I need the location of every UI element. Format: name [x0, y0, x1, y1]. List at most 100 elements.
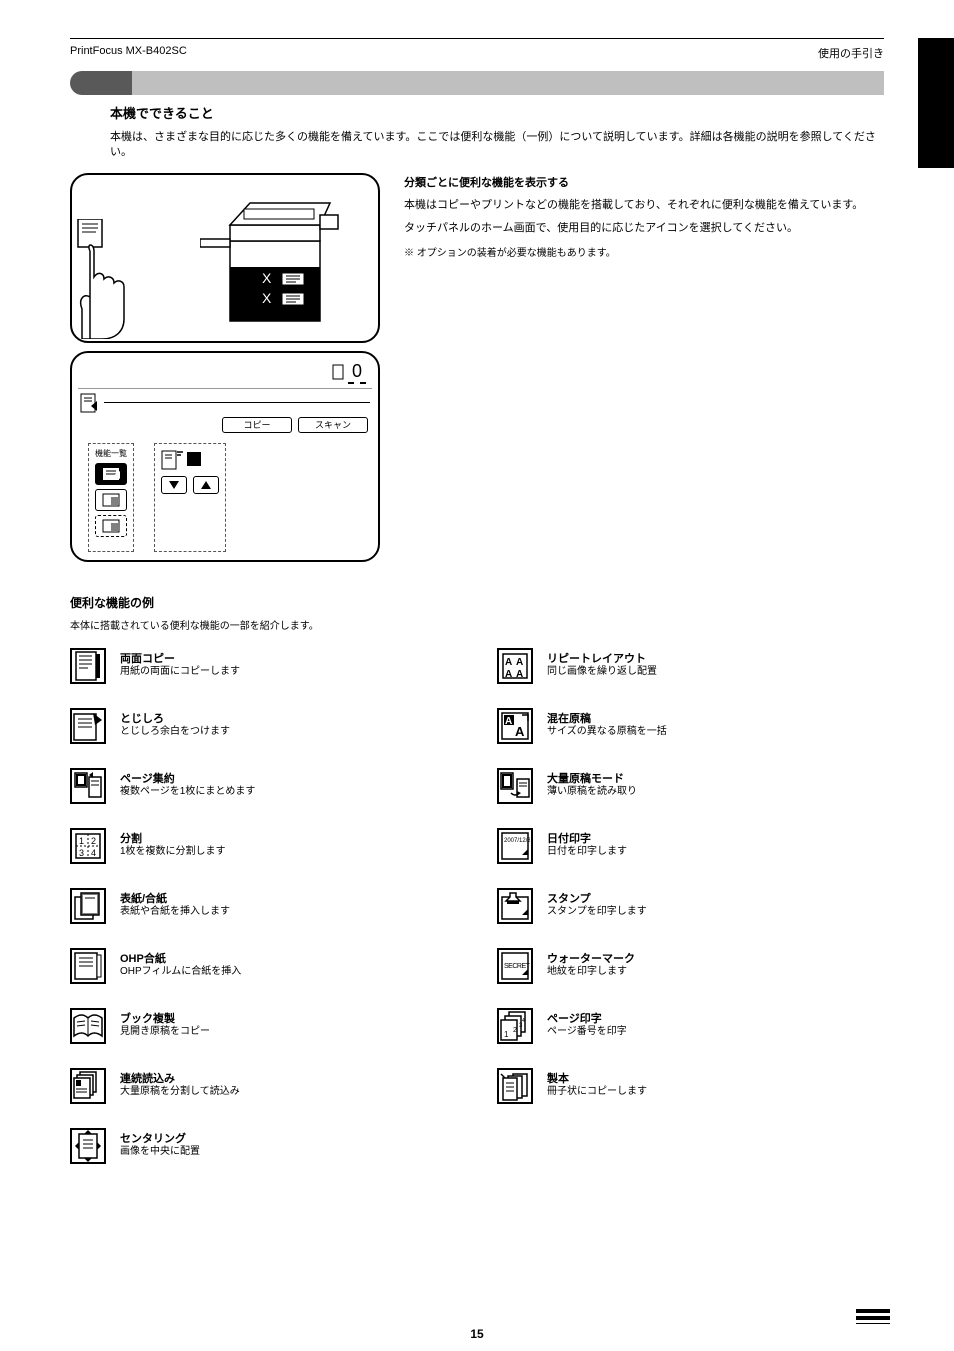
feat-split: 1234 分割1枚を複数に分割します	[70, 828, 457, 864]
feat-label: 分割	[120, 833, 226, 846]
mixed-icon: AA	[497, 708, 533, 744]
svg-text:4: 4	[91, 848, 96, 858]
svg-text:A: A	[516, 669, 523, 680]
nup-icon	[70, 768, 106, 804]
duplex-icon	[70, 648, 106, 684]
svg-text:X: X	[262, 270, 272, 286]
up-arrow-button[interactable]	[193, 476, 219, 494]
feat-label: 表紙/合紙	[120, 893, 230, 906]
touchscreen-panel: 0 コピー スキャン	[70, 351, 380, 562]
dark-chip-icon	[187, 452, 201, 466]
feat-sub: 薄い原稿を読み取り	[547, 786, 637, 798]
feat-book: ブック複製見開き原稿をコピー	[70, 1008, 457, 1044]
func-hint: 機能一覧	[95, 448, 127, 459]
svg-text:1: 1	[504, 1030, 509, 1039]
centering-icon	[70, 1128, 106, 1164]
feat-watermark: SECRET ウォーターマーク地紋を印字します	[497, 948, 884, 984]
feat-repeat: AAAA リピートレイアウト同じ画像を繰り返し配置	[497, 648, 884, 684]
func-btn-1[interactable]	[95, 463, 127, 485]
feat-booklet: 製本冊子状にコピーします	[497, 1068, 884, 1104]
pagenum-icon: 1234	[497, 1008, 533, 1044]
feat-sub: 1枚を複数に分割します	[120, 846, 226, 858]
counter-value: 0	[348, 361, 366, 384]
section-subtitle: 本機は、さまざまな目的に応じた多くの機能を備えています。ここでは便利な機能（一例…	[110, 130, 884, 161]
features-header: 便利な機能の例	[70, 594, 884, 611]
feat-label: 混在原稿	[547, 713, 667, 726]
feat-stamp: スタンプスタンプを印字します	[497, 888, 884, 924]
doc-arrow-icon	[80, 393, 98, 413]
watermark-icon: SECRET	[497, 948, 533, 984]
svg-text:1: 1	[79, 836, 84, 846]
svg-text:2: 2	[91, 836, 96, 846]
feat-jobbuild: 連続読込み大量原稿を分割して読込み	[70, 1068, 457, 1104]
feat-label: 大量原稿モード	[547, 773, 637, 786]
book-icon	[70, 1008, 106, 1044]
printer-icon: X X	[200, 185, 350, 335]
scan-tab-button[interactable]: スキャン	[298, 417, 368, 433]
feat-sub: 表紙や合紙を挿入します	[120, 906, 230, 918]
feat-sub: 同じ画像を繰り返し配置	[547, 666, 657, 678]
feat-sub: 見開き原稿をコピー	[120, 1026, 210, 1038]
svg-text:4: 4	[522, 1018, 525, 1024]
svg-text:SECRET: SECRET	[504, 963, 530, 970]
intro-body-1: 本機はコピーやプリントなどの機能を搭載しており、それぞれに便利な機能を備えていま…	[404, 197, 884, 214]
feat-label: スタンプ	[547, 893, 647, 906]
func-group-a: 機能一覧	[88, 443, 134, 552]
section-bar	[70, 71, 884, 95]
feat-nup: ページ集約複数ページを1枚にまとめます	[70, 768, 457, 804]
feat-label: ページ印字	[547, 1013, 627, 1026]
header-left: PrintFocus MX-B402SC	[70, 45, 187, 61]
down-arrow-button[interactable]	[161, 476, 187, 494]
page-header: PrintFocus MX-B402SC 使用の手引き	[70, 45, 884, 61]
func-btn-3[interactable]	[95, 515, 127, 537]
svg-text:2: 2	[513, 1027, 517, 1034]
doc-out-icon	[161, 448, 183, 470]
features-note: 本体に搭載されている便利な機能の一部を紹介します。	[70, 617, 884, 632]
cover-icon	[70, 888, 106, 924]
top-rule	[70, 38, 884, 39]
feat-margin: とじしろとじしろ余白をつけます	[70, 708, 457, 744]
feat-label: 両面コピー	[120, 653, 240, 666]
doc-small-icon	[332, 364, 344, 380]
corner-decoration	[856, 1306, 890, 1327]
intro-note: ※ オプションの装着が必要な機能もあります。	[404, 246, 884, 261]
booklet-icon	[497, 1068, 533, 1104]
feat-sub: とじしろ余白をつけます	[120, 726, 230, 738]
func-group-b	[154, 443, 226, 552]
date-icon: 2007/12/31	[497, 828, 533, 864]
feat-sub: 画像を中央に配置	[120, 1146, 200, 1158]
feat-mixed: AA 混在原稿サイズの異なる原稿を一括	[497, 708, 884, 744]
repeat-icon: AAAA	[497, 648, 533, 684]
svg-text:A: A	[505, 669, 512, 680]
header-right: 使用の手引き	[818, 45, 884, 61]
feat-label: 日付印字	[547, 833, 627, 846]
jobbuild-icon	[70, 1068, 106, 1104]
func-btn-2[interactable]	[95, 489, 127, 511]
feat-ohp: OHP合紙OHPフィルムに合紙を挿入	[70, 948, 457, 984]
margin-icon	[70, 708, 106, 744]
svg-text:A: A	[515, 724, 525, 739]
feat-sub: スタンプを印字します	[547, 906, 647, 918]
feat-label: ページ集約	[120, 773, 255, 786]
copy-tab-button[interactable]: コピー	[222, 417, 292, 433]
section-title: 本機でできること	[110, 103, 884, 122]
feat-sub: サイズの異なる原稿を一括	[547, 726, 667, 738]
svg-text:2007/12/31: 2007/12/31	[504, 838, 530, 844]
feat-sub: 用紙の両面にコピーします	[120, 666, 240, 678]
ohp-icon	[70, 948, 106, 984]
feat-pagenum: 1234 ページ印字ページ番号を印字	[497, 1008, 884, 1044]
svg-text:A: A	[505, 657, 512, 668]
feat-date: 2007/12/31 日付印字日付を印字します	[497, 828, 884, 864]
feat-label: ブック複製	[120, 1013, 210, 1026]
feat-label: ウォーターマーク	[547, 953, 635, 966]
svg-text:A: A	[505, 716, 512, 727]
page-number: 15	[0, 1327, 954, 1341]
touch-hand-icon	[76, 219, 166, 339]
feat-duplex: 両面コピー用紙の両面にコピーします	[70, 648, 457, 684]
svg-text:X: X	[262, 290, 272, 306]
feat-centering: センタリング画像を中央に配置	[70, 1128, 457, 1164]
feat-sub: ページ番号を印字	[547, 1026, 627, 1038]
svg-text:A: A	[516, 657, 523, 668]
feat-sub: 地紋を印字します	[547, 966, 635, 978]
feat-slowscan: 大量原稿モード薄い原稿を読み取り	[497, 768, 884, 804]
